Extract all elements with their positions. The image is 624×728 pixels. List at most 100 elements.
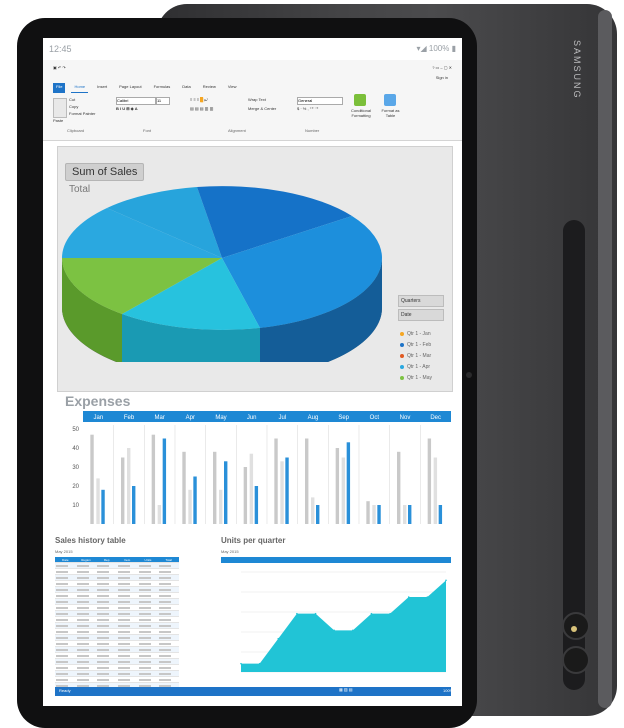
- bar-blue: [346, 442, 351, 524]
- month-label: Jun: [247, 415, 257, 421]
- bar-blue: [132, 486, 136, 524]
- bar-gray: [335, 448, 340, 524]
- align-left-icons[interactable]: ▤ ▤ ▤ ▥ ▥: [190, 106, 213, 111]
- tab-home[interactable]: Home: [71, 83, 89, 93]
- y-tick-label: 40: [72, 446, 79, 452]
- window-controls[interactable]: ? ▭ – ▢ ✕: [432, 65, 452, 70]
- zoom-level: 100%: [443, 688, 454, 693]
- bar-light: [127, 448, 131, 524]
- bar-gray: [305, 438, 309, 524]
- pie-chart: [62, 186, 383, 362]
- y-tick-label: 30: [72, 465, 79, 471]
- units-point: [407, 596, 410, 598]
- legend-item: Qtr 1 - Feb: [400, 339, 432, 350]
- bar-gray: [366, 501, 370, 524]
- tab-formulas[interactable]: Formulas: [151, 83, 174, 93]
- units-area: [241, 580, 446, 672]
- month-label: Nov: [400, 415, 411, 421]
- units-point: [333, 629, 335, 632]
- paste-label: Paste: [53, 118, 64, 123]
- wrap-text-button[interactable]: Wrap Text: [248, 97, 266, 102]
- sign-in-link[interactable]: Sign in: [436, 75, 448, 80]
- font-size-select[interactable]: 11: [156, 97, 170, 105]
- group-clipboard: Clipboard: [67, 128, 85, 133]
- month-label: Aug: [308, 415, 319, 421]
- units-point: [426, 596, 429, 598]
- tab-page-layout[interactable]: Page Layout: [116, 83, 144, 93]
- bar-gray: [243, 467, 248, 524]
- brand-logo: SAMSUNG: [572, 40, 582, 100]
- bar-light: [372, 505, 376, 524]
- tab-review[interactable]: Review: [200, 83, 219, 93]
- battery-icon: ▮: [451, 44, 456, 53]
- y-tick-label: 50: [72, 427, 79, 433]
- month-label: Apr: [186, 415, 195, 421]
- legend-dot-icon: [400, 364, 404, 369]
- bar-blue: [162, 438, 167, 524]
- number-format-select[interactable]: General: [297, 97, 343, 105]
- y-tick-label: 10: [72, 503, 79, 509]
- bar-light: [249, 453, 254, 524]
- pie-title: Sum of Sales: [65, 163, 145, 181]
- bar-light: [280, 461, 284, 524]
- tab-file[interactable]: File: [53, 83, 66, 93]
- paste-button[interactable]: [53, 98, 67, 118]
- month-label: Mar: [154, 415, 164, 421]
- align-top-icons[interactable]: ≡ ≡ ≡ █ ⤾: [190, 97, 208, 102]
- month-label: Sep: [338, 415, 349, 421]
- format-as-table-button[interactable]: Format as Table: [378, 108, 403, 118]
- status-time: 12:45: [49, 44, 72, 54]
- bar-gray: [427, 438, 432, 524]
- month-label: Oct: [370, 415, 380, 421]
- legend-dot-icon: [400, 375, 404, 380]
- group-alignment: Alignment: [228, 128, 246, 133]
- legend-item: Qtr 1 - Apr: [400, 361, 432, 372]
- bold-italic-underline[interactable]: B I U ⊞ ◈ A: [116, 106, 138, 111]
- view-buttons[interactable]: ▦ ▥ ▤: [339, 687, 353, 692]
- tab-view[interactable]: View: [225, 83, 240, 93]
- bar-light: [311, 497, 315, 524]
- month-label: Feb: [124, 415, 135, 421]
- bar-blue: [438, 505, 443, 524]
- units-point: [370, 612, 373, 615]
- bar-gray: [90, 434, 94, 524]
- sales-table-title: Sales history table: [55, 536, 126, 545]
- tab-insert[interactable]: Insert: [94, 83, 110, 93]
- units-point: [389, 612, 391, 615]
- units-point: [296, 612, 298, 615]
- bar-light: [157, 505, 162, 524]
- merge-center-button[interactable]: Merge & Center: [248, 106, 276, 111]
- cut-button[interactable]: Cut: [69, 97, 75, 102]
- bar-gray: [121, 457, 125, 524]
- signal-icon: ▾◢: [416, 44, 429, 53]
- bar-light: [96, 478, 100, 524]
- bar-blue: [224, 461, 228, 524]
- bar-light: [403, 505, 407, 524]
- group-number: Number: [305, 128, 320, 133]
- copy-button[interactable]: Copy: [69, 104, 78, 109]
- format-painter-button[interactable]: Format Painter: [69, 111, 95, 116]
- legend-item: Qtr 1 - May: [400, 372, 432, 383]
- month-header-bar: [83, 411, 451, 422]
- bar-gray: [213, 451, 217, 524]
- slicer-date[interactable]: Date: [398, 309, 444, 321]
- font-name-select[interactable]: Calibri: [116, 97, 156, 105]
- conditional-formatting-button[interactable]: Conditional Formatting: [346, 108, 376, 118]
- tablet-side-rail: [598, 10, 612, 708]
- legend-item: Qtr 1 - Mar: [400, 350, 432, 361]
- number-format-icons[interactable]: $ · % , ⁺⁰ ⁻⁰: [297, 106, 318, 111]
- expenses-chart: Jan Feb Mar Apr May Jun Jul Aug Sep Oct Nov Dec 50 40…: [72, 411, 451, 524]
- tab-data[interactable]: Data: [179, 83, 193, 93]
- slicer-quarters[interactable]: Quarters: [398, 295, 444, 307]
- month-label: May: [215, 415, 226, 421]
- legend-dot-icon: [400, 353, 404, 358]
- rear-camera-icon: [562, 646, 590, 674]
- month-label: Jul: [278, 415, 286, 421]
- status-bar: [55, 687, 451, 696]
- bar-blue: [101, 489, 105, 524]
- format-as-table-icon[interactable]: [384, 94, 396, 106]
- conditional-formatting-icon[interactable]: [354, 94, 366, 106]
- ribbon-tabs: File Home Insert Page Layout Formulas Da…: [53, 83, 239, 93]
- save-icon[interactable]: ▣ ↶ ↷: [53, 65, 66, 70]
- units-point: [258, 662, 261, 665]
